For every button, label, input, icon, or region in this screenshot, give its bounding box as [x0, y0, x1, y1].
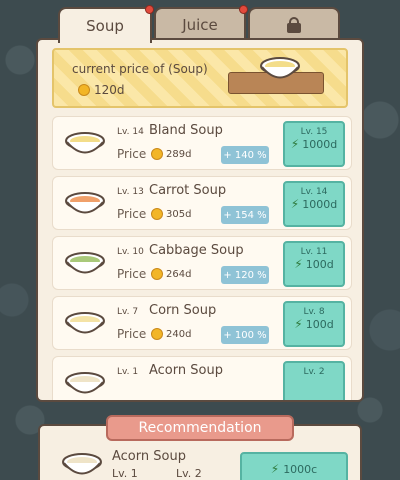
level-label: Lv. 13	[117, 187, 144, 197]
soup-bowl-icon	[65, 372, 105, 394]
recommendation-cost: 1000c	[283, 462, 318, 476]
banner-title: current price of (Soup)	[72, 62, 208, 76]
recommendation-upgrade-button[interactable]: ⚡ 1000c	[240, 452, 348, 480]
soup-name: Carrot Soup	[149, 183, 227, 198]
tab-juice[interactable]: Juice	[154, 5, 248, 41]
price-label: Price	[117, 147, 147, 161]
soup-name: Cabbage Soup	[149, 243, 244, 258]
lightning-icon: ⚡	[294, 317, 303, 331]
notification-dot	[145, 5, 154, 14]
price-label: Price	[117, 267, 147, 281]
recommendation-soup-name: Acorn Soup	[112, 449, 186, 464]
upgrade-cost-value: 1000d	[302, 137, 338, 151]
price-label: Price	[117, 327, 147, 341]
bonus-badge: + 120 %	[221, 266, 269, 284]
tab-soup[interactable]: Soup	[58, 5, 154, 43]
banner-price-value: 120d	[94, 83, 125, 97]
banner-price: 120d	[78, 83, 125, 97]
price-amount: 305d	[166, 208, 192, 220]
coin-icon	[151, 328, 163, 340]
soup-name: Bland Soup	[149, 123, 223, 138]
tab-locked[interactable]	[248, 7, 340, 41]
soup-bowl-icon	[65, 192, 105, 214]
upgrade-button[interactable]: Lv. 15 ⚡ 1000d	[283, 121, 345, 167]
next-level-label: Lv. 11	[300, 247, 328, 257]
tab-juice-label: Juice	[182, 16, 218, 34]
price-value: 264d	[151, 268, 191, 280]
level-label: Lv. 7	[117, 307, 139, 317]
soup-bowl-icon	[65, 312, 105, 334]
price-value: 305d	[151, 208, 191, 220]
coin-icon	[151, 148, 163, 160]
soup-bowl-icon	[260, 57, 300, 79]
soup-bowl-icon	[65, 132, 105, 154]
upgrade-cost-value: 1000d	[302, 197, 338, 211]
lightning-icon: ⚡	[270, 462, 280, 476]
coin-icon	[151, 208, 163, 220]
list-item: Lv. 1 Acorn Soup Lv. 2	[52, 356, 352, 400]
level-label: Lv. 1	[117, 367, 139, 377]
price-value: 240d	[151, 328, 191, 340]
soup-bowl-icon	[62, 453, 102, 475]
soup-name: Acorn Soup	[149, 363, 223, 378]
upgrade-cost: ⚡ 100d	[285, 317, 343, 331]
notification-dot	[239, 5, 248, 14]
recommendation-next-level: Lv. 2	[176, 467, 202, 480]
bonus-badge: + 154 %	[221, 206, 269, 224]
list-item: Lv. 13 Carrot Soup Price 305d + 154 % Lv…	[52, 176, 352, 230]
soup-price-panel: current price of (Soup) 120d Lv. 14 Blan…	[36, 38, 364, 402]
lightning-icon: ⚡	[294, 257, 303, 271]
level-label: Lv. 14	[117, 127, 144, 137]
price-amount: 289d	[166, 148, 192, 160]
upgrade-button[interactable]: Lv. 2	[283, 361, 345, 400]
next-level-label: Lv. 14	[300, 187, 328, 197]
list-item: Lv. 7 Corn Soup Price 240d + 100 % Lv. 8…	[52, 296, 352, 350]
bonus-badge: + 100 %	[221, 326, 269, 344]
upgrade-button[interactable]: Lv. 14 ⚡ 1000d	[283, 181, 345, 227]
upgrade-cost-value: 100d	[305, 317, 334, 331]
lightning-icon: ⚡	[290, 137, 300, 151]
list-item: Lv. 14 Bland Soup Price 289d + 140 % Lv.…	[52, 116, 352, 170]
price-label: Price	[117, 207, 147, 221]
recommendation-title: Recommendation	[106, 415, 294, 441]
next-level-label: Lv. 8	[303, 307, 325, 317]
soup-bowl-icon	[65, 252, 105, 274]
upgrade-cost: ⚡ 1000d	[285, 197, 343, 211]
upgrade-cost: ⚡ 1000d	[285, 137, 343, 151]
upgrade-button[interactable]: Lv. 8 ⚡ 100d	[283, 301, 345, 347]
upgrade-cost-value: 100d	[305, 257, 334, 271]
bonus-badge: + 140 %	[221, 146, 269, 164]
coin-icon	[151, 268, 163, 280]
current-price-banner: current price of (Soup) 120d	[52, 48, 348, 108]
price-amount: 264d	[166, 268, 192, 280]
lock-icon	[287, 17, 301, 33]
soup-name: Corn Soup	[149, 303, 217, 318]
next-level-label: Lv. 2	[303, 367, 325, 377]
list-item: Lv. 10 Cabbage Soup Price 264d + 120 % L…	[52, 236, 352, 290]
tab-soup-label: Soup	[86, 17, 124, 35]
price-value: 289d	[151, 148, 191, 160]
level-label: Lv. 10	[117, 247, 144, 257]
coin-icon	[78, 84, 90, 96]
price-amount: 240d	[166, 328, 192, 340]
upgrade-cost: ⚡ 100d	[285, 257, 343, 271]
next-level-label: Lv. 15	[300, 127, 328, 137]
lightning-icon: ⚡	[290, 197, 300, 211]
upgrade-button[interactable]: Lv. 11 ⚡ 100d	[283, 241, 345, 287]
recommendation-current-level: Lv. 1	[112, 467, 138, 480]
